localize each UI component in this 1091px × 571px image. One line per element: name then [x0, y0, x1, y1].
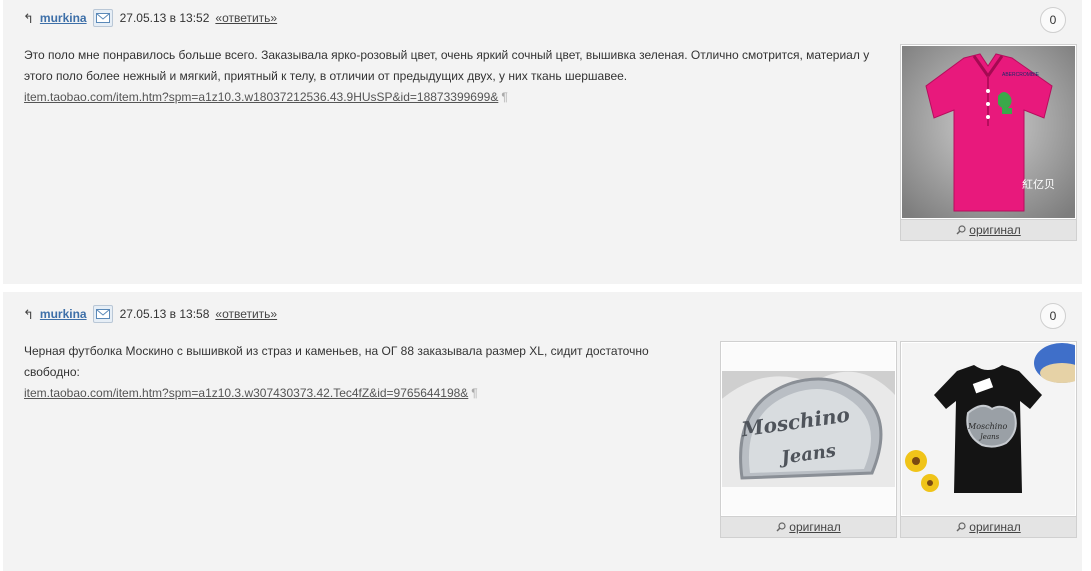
comment-body: Черная футболка Москино с вышивкой из ст…: [24, 341, 704, 404]
comment-header: ↰ murkina 27.05.13 в 13:52 «ответить»: [23, 8, 277, 28]
username-link[interactable]: murkina: [40, 11, 87, 25]
svg-text:ABERCROMBIE: ABERCROMBIE: [1002, 72, 1040, 78]
rating-counter[interactable]: 0: [1040, 7, 1066, 33]
magnifier-icon: [956, 225, 966, 235]
original-link-label[interactable]: оригинал: [789, 520, 840, 534]
magnifier-icon: [776, 522, 786, 532]
reply-link[interactable]: «ответить»: [215, 11, 277, 25]
permalink-pilcrow[interactable]: ¶: [471, 386, 477, 400]
pink-polo-image[interactable]: ABERCROMBIE 紅亿贝: [902, 46, 1075, 218]
image-thumbnail[interactable]: Moschino Jeans оригинал: [900, 341, 1077, 538]
original-link[interactable]: оригинал: [901, 516, 1076, 537]
black-tshirt-image[interactable]: Moschino Jeans: [902, 343, 1075, 515]
svg-text:紅亿贝: 紅亿贝: [1022, 178, 1055, 191]
comment-text-line: Это поло мне понравилось больше всего. З…: [24, 48, 870, 62]
comment-text-line: этого поло более нежный и мягкий, приятн…: [24, 69, 628, 83]
moschino-print-closeup-image[interactable]: Moschino Jeans: [722, 343, 895, 515]
item-link[interactable]: item.taobao.com/item.htm?spm=a1z10.3.w30…: [24, 386, 468, 400]
image-thumbnail[interactable]: ABERCROMBIE 紅亿贝 оригинал: [900, 44, 1077, 241]
image-thumbnail[interactable]: Moschino Jeans оригинал: [720, 341, 897, 538]
mail-icon[interactable]: [92, 305, 113, 323]
permalink-pilcrow[interactable]: ¶: [501, 90, 507, 104]
comment-2: ↰ murkina 27.05.13 в 13:58 «ответить» 0 …: [3, 292, 1082, 571]
mail-icon[interactable]: [92, 9, 113, 27]
username-link[interactable]: murkina: [40, 307, 87, 321]
original-link-label[interactable]: оригинал: [969, 223, 1020, 237]
original-link[interactable]: оригинал: [901, 219, 1076, 240]
comment-body: Это поло мне понравилось больше всего. З…: [24, 45, 894, 108]
comment-datetime: 27.05.13 в 13:52: [119, 11, 210, 25]
svg-text:Jeans: Jeans: [978, 433, 1000, 441]
rating-counter[interactable]: 0: [1040, 303, 1066, 329]
comment-datetime: 27.05.13 в 13:58: [119, 307, 210, 321]
svg-text:Moschino: Moschino: [967, 422, 1007, 431]
original-link[interactable]: оригинал: [721, 516, 896, 537]
item-link[interactable]: item.taobao.com/item.htm?spm=a1z10.3.w18…: [24, 90, 498, 104]
reply-link[interactable]: «ответить»: [215, 307, 277, 321]
comment-text-line: свободно:: [24, 365, 80, 379]
reply-arrow-icon[interactable]: ↰: [23, 308, 34, 321]
reply-arrow-icon[interactable]: ↰: [23, 12, 34, 25]
comment-text-line: Черная футболка Москино с вышивкой из ст…: [24, 344, 649, 358]
comment-1: ↰ murkina 27.05.13 в 13:52 «ответить» 0 …: [3, 0, 1082, 284]
magnifier-icon: [956, 522, 966, 532]
original-link-label[interactable]: оригинал: [969, 520, 1020, 534]
comment-header: ↰ murkina 27.05.13 в 13:58 «ответить»: [23, 304, 277, 324]
